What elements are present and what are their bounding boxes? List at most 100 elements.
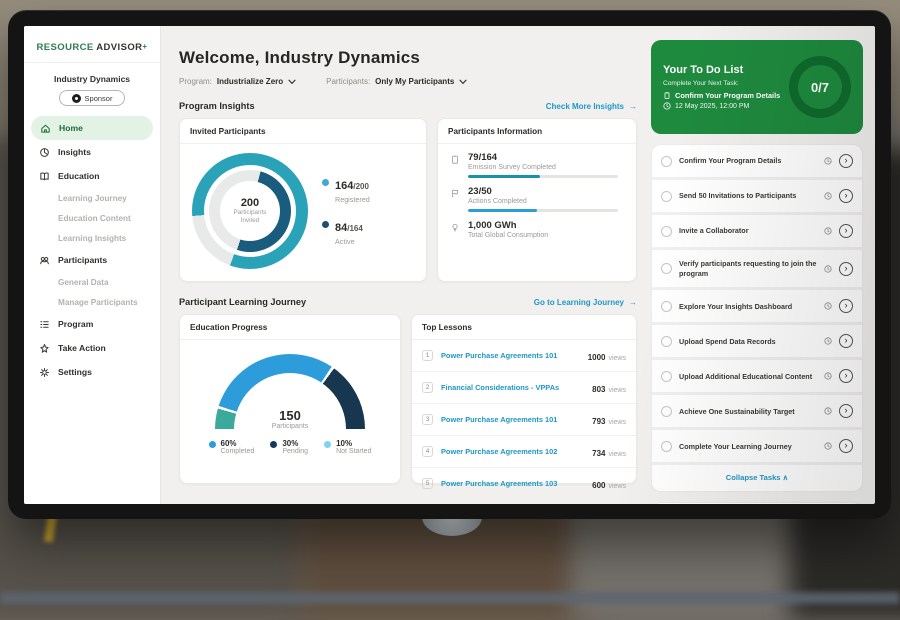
sidebar-item-manage-participants[interactable]: Manage Participants [24, 292, 160, 312]
sidebar-item-general-data[interactable]: General Data [24, 272, 160, 292]
task-open-button[interactable]: › [839, 299, 853, 313]
lesson-link[interactable]: Power Purchase Agreements 101 [441, 415, 584, 424]
sidebar-item-take-action[interactable]: Take Action [24, 336, 160, 360]
invited-participants-card: Invited Participants 200 Participants In… [179, 118, 427, 282]
stat-value: 23/50 [468, 186, 618, 197]
legend-dot-pending [270, 441, 277, 448]
go-to-learning-journey-link[interactable]: Go to Learning Journey → [534, 298, 637, 307]
legend-dot-not-started [324, 441, 331, 448]
task-upload-spend-data[interactable]: Upload Spend Data Records › [652, 325, 862, 360]
lesson-link[interactable]: Financial Considerations - VPPAs [441, 383, 584, 392]
legend-pending: 30% Pending [270, 439, 308, 455]
task-checkbox[interactable] [661, 336, 672, 347]
sidebar-item-label: Participants [58, 255, 107, 265]
task-open-button[interactable]: › [839, 334, 853, 348]
sidebar-item-label: Home [59, 123, 83, 133]
task-verify-participants[interactable]: Verify participants requesting to join t… [652, 250, 862, 290]
legend-label: Pending [282, 448, 308, 455]
lesson-rank: 2 [422, 382, 433, 393]
participants-filter[interactable]: Participants: Only My Participants [326, 77, 467, 86]
task-open-button[interactable]: › [839, 439, 853, 453]
stat-actions-completed: 23/50 Actions Completed [438, 178, 636, 212]
donut-center: 200 Participants Invited [192, 153, 308, 269]
collapse-tasks-link[interactable]: Collapse Tasks ∧ [652, 465, 862, 491]
task-label: Complete Your Learning Journey [679, 442, 817, 452]
views-suffix: views [608, 483, 626, 490]
task-checkbox[interactable] [661, 156, 672, 167]
actions-progress-bar [468, 209, 618, 212]
task-checkbox[interactable] [661, 441, 672, 452]
lesson-rank: 5 [422, 478, 433, 489]
todo-title: Your To Do List [663, 64, 780, 76]
lesson-rank: 1 [422, 350, 433, 361]
task-invite-collaborator[interactable]: Invite a Collaborator › [652, 215, 862, 250]
task-open-button[interactable]: › [839, 189, 853, 203]
sidebar-item-participants[interactable]: Participants [24, 248, 160, 272]
chevron-down-icon [459, 79, 467, 85]
donut-legend: 164/200 Registered 84/164 Active [322, 176, 370, 246]
task-confirm-program-details[interactable]: Confirm Your Program Details › [652, 145, 862, 180]
filters-row: Program: Industrialize Zero Participants… [179, 77, 637, 86]
task-checkbox[interactable] [661, 226, 672, 237]
lesson-link[interactable]: Power Purchase Agreements 101 [441, 351, 580, 360]
stat-label: Total Global Consumption [468, 232, 548, 239]
sidebar-item-insights[interactable]: Insights [24, 140, 160, 164]
task-send-invitations[interactable]: Send 50 Invitations to Participants › [652, 180, 862, 215]
task-checkbox[interactable] [661, 263, 672, 274]
task-open-button[interactable]: › [839, 404, 853, 418]
task-open-button[interactable]: › [839, 262, 853, 276]
task-label: Send 50 Invitations to Participants [679, 191, 817, 201]
legend-label: Active [335, 237, 363, 246]
sidebar-item-education-content[interactable]: Education Content [24, 208, 160, 228]
task-complete-learning-journey[interactable]: Complete Your Learning Journey › [652, 430, 862, 465]
task-achieve-sustainability-target[interactable]: Achieve One Sustainability Target › [652, 395, 862, 430]
emission-progress-fill [468, 175, 540, 178]
sidebar-item-label: Program [58, 319, 93, 329]
program-filter[interactable]: Program: Industrialize Zero [179, 77, 296, 86]
task-open-button[interactable]: › [839, 369, 853, 383]
legend-label: Registered [335, 195, 370, 204]
sidebar-item-program[interactable]: Program [24, 312, 160, 336]
todo-progress-count: 0/7 [811, 80, 829, 95]
learning-journey-title: Participant Learning Journey [179, 297, 306, 307]
participants-information-card: Participants Information 79/164 Emission… [437, 118, 637, 282]
actions-progress-fill [468, 209, 537, 212]
chevron-right-icon: › [845, 156, 848, 165]
donut-center-label2: Invited [241, 217, 260, 224]
sidebar-item-learning-journey[interactable]: Learning Journey [24, 188, 160, 208]
chevron-right-icon: › [845, 441, 848, 450]
lesson-row: 5 Power Purchase Agreements 103 600views [412, 468, 636, 499]
gauge-value: 150 [215, 408, 365, 423]
task-explore-insights[interactable]: Explore Your Insights Dashboard › [652, 290, 862, 325]
todo-due-date: 12 May 2025, 12:00 PM [675, 103, 749, 110]
check-more-insights-link[interactable]: Check More Insights → [546, 102, 637, 111]
gauge-label: Participants [215, 423, 365, 430]
task-upload-educational-content[interactable]: Upload Additional Educational Content › [652, 360, 862, 395]
task-open-button[interactable]: › [839, 224, 853, 238]
task-checkbox[interactable] [661, 191, 672, 202]
donut-center-label: Participants [234, 209, 267, 216]
sponsor-badge[interactable]: Sponsor [59, 90, 125, 106]
sponsor-badge-icon [72, 94, 81, 103]
lesson-rank: 4 [422, 446, 433, 457]
task-label: Verify participants requesting to join t… [679, 259, 817, 278]
task-checkbox[interactable] [661, 371, 672, 382]
home-icon [40, 123, 51, 134]
logo-plus: + [142, 42, 147, 51]
chevron-down-icon [288, 79, 296, 85]
education-progress-gauge: 150 Participants [215, 354, 365, 430]
lesson-link[interactable]: Power Purchase Agreements 102 [441, 447, 584, 456]
chevron-up-icon: ∧ [783, 473, 789, 482]
lesson-link[interactable]: Power Purchase Agreements 103 [441, 479, 584, 488]
stat-global-consumption: 1,000 GWh Total Global Consumption [438, 212, 636, 243]
sidebar-item-education[interactable]: Education [24, 164, 160, 188]
sidebar-item-home[interactable]: Home [31, 116, 153, 140]
task-checkbox[interactable] [661, 301, 672, 312]
sidebar-item-learning-insights[interactable]: Learning Insights [24, 228, 160, 248]
task-open-button[interactable]: › [839, 154, 853, 168]
sidebar-item-settings[interactable]: Settings [24, 360, 160, 384]
collapse-label: Collapse Tasks [726, 473, 781, 482]
task-label: Achieve One Sustainability Target [679, 407, 817, 417]
lesson-views: 803 [592, 385, 605, 394]
task-checkbox[interactable] [661, 406, 672, 417]
